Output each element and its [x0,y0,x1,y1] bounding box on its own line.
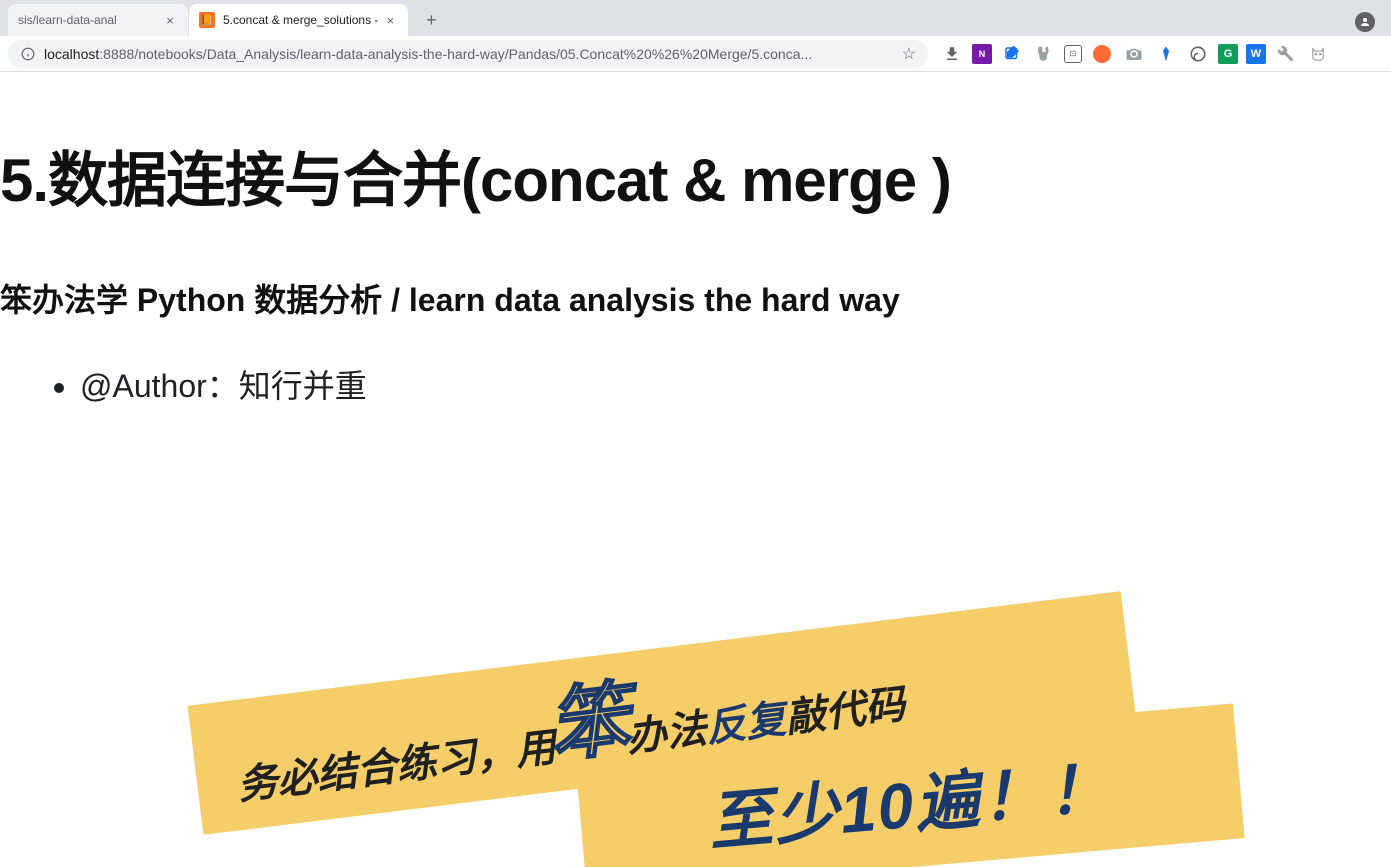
user-profile-icon[interactable] [1355,12,1375,32]
author-list: @Author：知行并重 [0,361,1391,407]
jupyter-favicon-icon: 📙 [199,12,215,28]
g-extension-icon[interactable]: G [1218,44,1238,64]
rabbit-extension-icon[interactable] [1032,42,1056,66]
diamond-extension-icon[interactable] [1154,42,1178,66]
banner-2-text: 至少10遍！！ [704,736,1116,863]
new-tab-button[interactable]: + [417,6,445,34]
notebook-title: 5.数据连接与合并(concat & merge ) [0,132,1391,219]
url-port: :8888 [99,46,134,62]
w-extension-icon[interactable]: W [1246,44,1266,64]
tab-title: sis/learn-data-anal [18,13,158,27]
scan-extension-icon[interactable]: ⊡ [1064,45,1082,63]
close-icon[interactable]: × [162,12,178,28]
cat-extension-icon[interactable] [1306,42,1330,66]
url-host: localhost [44,46,99,62]
author-line: @Author：知行并重 [80,361,1391,407]
onenote-extension-icon[interactable]: N [972,44,992,64]
wrench-extension-icon[interactable] [1274,42,1298,66]
url-text: localhost:8888/notebooks/Data_Analysis/l… [44,46,894,62]
camera-extension-icon[interactable] [1122,42,1146,66]
browser-tab-bar: sis/learn-data-anal × 📙 5.concat & merge… [0,0,1391,36]
notebook-subtitle: 笨办法学 Python 数据分析 / learn data analysis t… [0,275,1391,321]
circle-extension-icon[interactable] [1090,42,1114,66]
address-bar-row: localhost:8888/notebooks/Data_Analysis/l… [0,36,1391,72]
url-path: /notebooks/Data_Analysis/learn-data-anal… [134,46,812,62]
bookmark-star-icon[interactable]: ☆ [902,44,916,64]
extension-toolbar: N ⊡ G W [940,42,1330,66]
banner-text-3: 敲代码 [783,683,907,741]
download-icon[interactable] [940,42,964,66]
browser-tab-active[interactable]: 📙 5.concat & merge_solutions - × [189,4,408,36]
site-info-icon[interactable] [20,46,36,62]
address-bar[interactable]: localhost:8888/notebooks/Data_Analysis/l… [8,40,928,68]
edit-extension-icon[interactable] [1000,42,1024,66]
banner-text-1: 务必结合练习，用 [235,725,558,808]
tab-bar-user-area [1355,12,1383,36]
tab-title: 5.concat & merge_solutions - [223,13,378,27]
page-content: 5.数据连接与合并(concat & merge ) 笨办法学 Python 数… [0,72,1391,867]
notebook-content: 5.数据连接与合并(concat & merge ) 笨办法学 Python 数… [0,132,1391,407]
close-icon[interactable]: × [382,12,398,28]
swirl-extension-icon[interactable] [1186,42,1210,66]
browser-tab-inactive[interactable]: sis/learn-data-anal × [8,4,188,36]
